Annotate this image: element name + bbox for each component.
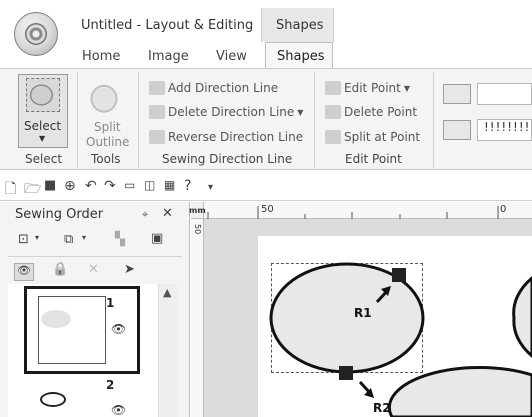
flower-logo-icon: [25, 23, 47, 45]
canvas-shapes: [269, 262, 532, 417]
shape-label-r2: R2: [373, 401, 391, 415]
start-point-handle[interactable]: [392, 268, 406, 282]
shape-r2[interactable]: [387, 365, 532, 417]
shape-r3-partial[interactable]: [512, 276, 532, 358]
end-point-handle[interactable]: [339, 366, 353, 380]
shape-label-r1: R1: [354, 306, 372, 320]
application-menu-button[interactable]: [14, 12, 58, 56]
